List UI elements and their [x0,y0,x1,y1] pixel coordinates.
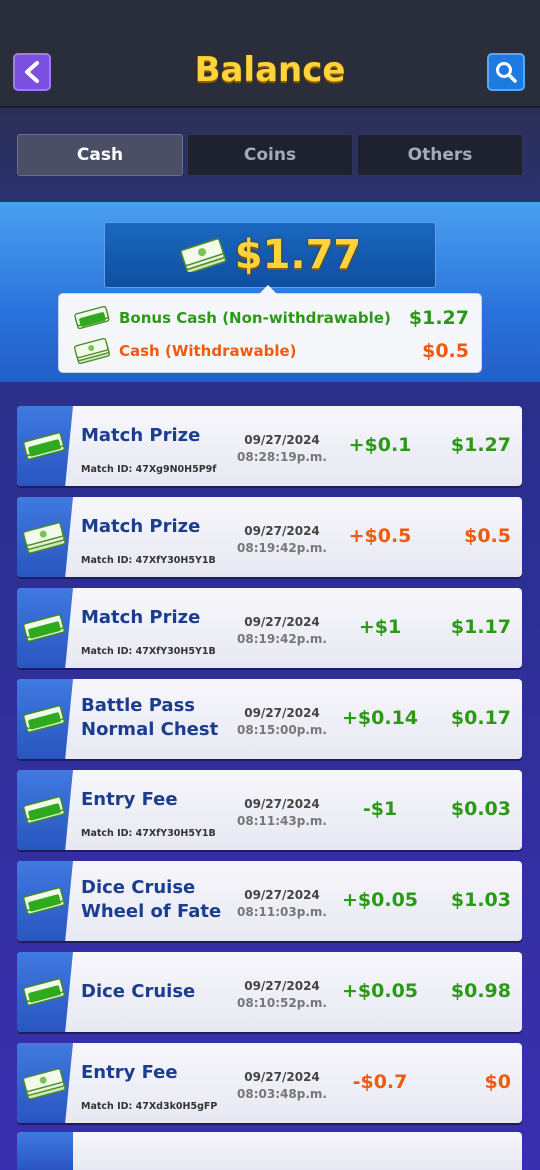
bonus-cash-row: Bonus Cash (Non-withdrawable) $1.27 [73,303,469,333]
match-id: Match ID: 47Xd3k0H5gFP [81,1101,218,1112]
top-bar: Balance [0,0,540,108]
transaction-date: 09/27/2024 [244,615,320,629]
search-button[interactable] [487,53,525,91]
transaction-timestamp: 09/27/2024 08:19:42p.m. [235,614,329,648]
transaction-row[interactable]: Battle Pass Normal Chest 09/27/2024 08:15:… [17,679,522,759]
match-id: Match ID: 47Xg9N0H5P9f [81,464,217,475]
transaction-name: Dice Cruise [81,981,196,1002]
transaction-balance: $0 [484,1071,511,1093]
bonus-cash-icon [21,794,67,830]
bonus-cash-value: $1.27 [408,307,469,329]
transaction-name: Dice Cruise Wheel of Fate [81,877,222,922]
transaction-row[interactable]: Match Prize Match ID: 47Xg9N0H5P9f 09/27/2… [17,406,522,486]
transaction-change: +$0.1 [348,434,412,456]
transaction-timestamp: 09/27/2024 08:11:43p.m. [235,796,329,830]
cash-stack-icon [180,238,227,272]
transaction-change: +$0.05 [341,889,419,911]
transaction-time: 08:19:42p.m. [237,632,327,646]
transaction-row[interactable]: Entry Fee Match ID: 47Xd3k0H5gFP 09/27/202… [17,1043,522,1123]
transaction-timestamp: 09/27/2024 08:15:00p.m. [235,705,329,739]
transaction-name: Match Prize [81,425,201,446]
match-id: Match ID: 47XfY30H5Y1B [81,828,216,839]
transaction-time: 08:28:19p.m. [237,450,327,464]
transaction-name: Match Prize [81,607,201,628]
match-id: Match ID: 47XfY30H5Y1B [81,555,216,566]
transaction-date: 09/27/2024 [244,979,320,993]
transaction-timestamp: 09/27/2024 08:19:42p.m. [235,523,329,557]
transaction-name: Entry Fee [81,789,178,810]
transaction-balance: $0.98 [450,980,511,1002]
transaction-date: 09/27/2024 [244,524,320,538]
transaction-row[interactable]: Dice Cruise 09/27/2024 08:10:52p.m. +$0.05 $… [17,952,522,1032]
cash-stack-icon [21,1067,67,1103]
tab-bar: Cash Coins Others [0,108,540,202]
transaction-change: +$1 [358,616,402,638]
transaction-balance: $0.5 [464,525,511,547]
withdrawable-cash-label: Cash (Withdrawable) [119,342,297,360]
transaction-balance: $1.17 [450,616,511,638]
transaction-row[interactable]: Entry Fee Match ID: 47XfY30H5Y1B 09/27/202… [17,770,522,850]
transaction-change: +$0.05 [341,980,419,1002]
transaction-row[interactable]: Dice Cruise Wheel of Fate 09/27/2024 08:11… [17,861,522,941]
transaction-name: Battle Pass Normal Chest [81,695,219,740]
bonus-cash-label: Bonus Cash (Non-withdrawable) [119,309,391,327]
match-id: Match ID: 47XfY30H5Y1B [81,646,216,657]
transaction-timestamp: 09/27/2024 08:10:52p.m. [235,978,329,1012]
page-title: Balance [194,50,346,90]
transaction-date: 09/27/2024 [244,1070,320,1084]
transaction-balance: $1.03 [450,889,511,911]
transaction-time: 08:15:00p.m. [237,723,327,737]
bonus-cash-icon [21,430,67,466]
cash-stack-icon [74,338,110,364]
transaction-timestamp: 09/27/2024 08:28:19p.m. [235,432,329,466]
transaction-date: 09/27/2024 [244,797,320,811]
transaction-change: +$0.14 [341,707,419,729]
tab-others[interactable]: Others [357,134,523,176]
transaction-balance: $1.27 [450,434,511,456]
balance-breakdown: Bonus Cash (Non-withdrawable) $1.27 Cash… [58,285,482,373]
withdrawable-cash-row: Cash (Withdrawable) $0.5 [73,336,469,366]
tab-coins[interactable]: Coins [187,134,353,176]
transaction-balance: $0.03 [450,798,511,820]
bonus-cash-icon [21,703,67,739]
bonus-cash-icon [21,976,67,1012]
transaction-change: -$0.7 [352,1071,408,1093]
total-balance-amount: $1.77 [234,232,362,278]
transaction-time: 08:19:42p.m. [237,541,327,555]
transaction-date: 09/27/2024 [244,888,320,902]
transaction-timestamp: 09/27/2024 08:11:03p.m. [235,887,329,921]
transaction-row[interactable]: Match Prize Match ID: 47XfY30H5Y1B 09/27/2… [17,588,522,668]
transaction-date: 09/27/2024 [244,706,320,720]
card-stripe [17,1132,73,1170]
transaction-date: 09/27/2024 [244,433,320,447]
tab-cash[interactable]: Cash [17,134,183,176]
bonus-cash-icon [21,612,67,648]
transaction-row[interactable]: Match Prize Match ID: 47XfY30H5Y1B 09/27/2… [17,497,522,577]
transaction-time: 08:11:43p.m. [237,814,327,828]
cash-stack-icon [21,521,67,557]
transaction-timestamp: 09/27/2024 08:03:48p.m. [235,1069,329,1103]
transaction-change: -$1 [362,798,398,820]
bonus-cash-icon [21,885,67,921]
transaction-time: 08:10:52p.m. [237,996,327,1010]
search-icon [496,62,517,83]
transaction-time: 08:11:03p.m. [237,905,327,919]
total-balance: $1.77 [104,222,436,288]
list-item[interactable] [17,1132,522,1170]
bonus-cash-icon [74,305,110,330]
transaction-name: Entry Fee [81,1062,178,1083]
transaction-name: Match Prize [81,516,201,537]
withdrawable-cash-value: $0.5 [422,340,469,362]
transaction-change: +$0.5 [348,525,412,547]
transaction-balance: $0.17 [450,707,511,729]
transaction-time: 08:03:48p.m. [237,1087,327,1101]
